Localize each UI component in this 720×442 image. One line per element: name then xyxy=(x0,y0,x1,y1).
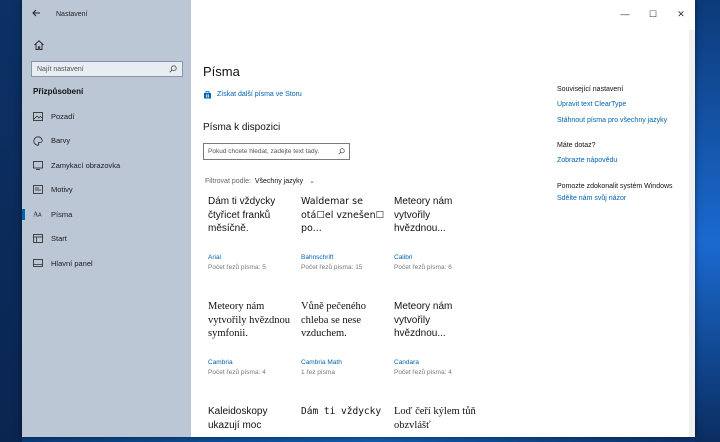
page-title: Písma xyxy=(203,64,240,79)
picture-icon xyxy=(33,111,43,121)
font-search-placeholder: Pokud chcete hledat, zadejte text tady. xyxy=(208,148,320,155)
themes-icon xyxy=(33,185,43,195)
font-sample: Meteory nám vytvořily hvězdnou... xyxy=(394,196,453,234)
font-card-bahnschrift[interactable]: Waldemar se otá☐el vznešen☐ po... Bahnsc… xyxy=(301,195,386,271)
lockscreen-icon xyxy=(33,160,43,170)
font-face-count: Počet řezů písma: 6 xyxy=(394,264,452,271)
titlebar: Nastavení xyxy=(22,0,191,28)
font-name: Candara xyxy=(394,359,419,366)
sidebar-item-barvy[interactable]: Barvy xyxy=(22,129,191,154)
main-content: — ☐ ✕ Písma Získat další písma ve Storu … xyxy=(191,0,695,437)
section-heading: Přizpůsobení xyxy=(33,87,84,96)
sidebar-item-pozadi[interactable]: Pozadí xyxy=(22,104,191,129)
store-icon xyxy=(204,91,211,99)
font-sample: Vůně pečeného chleba se nese vzduchem. xyxy=(301,301,367,339)
help-block: Máte dotaz? Zobrazte nápovědu xyxy=(557,142,692,164)
settings-window: Nastavení Najít nastavení Přizpůsobení P… xyxy=(22,0,695,437)
font-card[interactable]: Kaleidoskopy ukazují moc xyxy=(208,405,293,437)
sidebar: Nastavení Najít nastavení Přizpůsobení P… xyxy=(22,0,191,437)
font-sample: Waldemar se otá☐el vznešen☐ po... xyxy=(301,196,385,234)
store-link[interactable]: Získat další písma ve Storu xyxy=(203,90,302,99)
minimize-button[interactable]: — xyxy=(611,0,639,28)
font-name: Cambria Math xyxy=(301,359,342,366)
filter-value: Všechny jazyky xyxy=(254,178,304,185)
sidebar-item-pisma[interactable]: AA Písma xyxy=(22,202,191,227)
window-controls: — ☐ ✕ xyxy=(611,0,695,28)
font-card-arial[interactable]: Dám ti vždycky čtyřicet franků měsíčně. … xyxy=(208,195,293,271)
taskbar-icon xyxy=(33,258,43,268)
question-heading: Máte dotaz? xyxy=(557,142,596,149)
desktop-background-right xyxy=(695,0,720,442)
font-name: Cambria xyxy=(208,359,233,366)
home-icon[interactable] xyxy=(33,39,45,51)
sidebar-item-label: Barvy xyxy=(51,136,71,146)
settings-search-input[interactable]: Najít nastavení xyxy=(31,61,183,77)
sidebar-item-label: Hlavní panel xyxy=(51,258,93,268)
sidebar-item-start[interactable]: Start xyxy=(22,227,191,252)
font-name: Bahnschrift xyxy=(301,254,334,261)
feedback-link[interactable]: Sdělte nám svůj názor xyxy=(557,195,692,202)
font-face-count: Počet řezů písma: 15 xyxy=(301,264,363,271)
search-icon[interactable] xyxy=(169,65,177,73)
font-search-input[interactable]: Pokud chcete hledat, zadejte text tady. xyxy=(203,143,350,160)
filter-label: Filtrovat podle: xyxy=(205,178,251,185)
scrollbar[interactable] xyxy=(689,30,695,437)
sidebar-item-label: Motivy xyxy=(51,185,73,195)
font-card-calibri[interactable]: Meteory nám vytvořily hvězdnou... Calibr… xyxy=(394,195,479,271)
help-link[interactable]: Zobrazte nápovědu xyxy=(557,157,692,164)
font-name: Arial xyxy=(208,254,222,261)
cleartype-link[interactable]: Upravit text ClearType xyxy=(557,101,692,108)
related-settings-heading: Související nastavení xyxy=(557,86,624,93)
font-card-cambria[interactable]: Meteory nám vytvořily hvězdnou symfonii.… xyxy=(208,300,293,376)
related-settings-panel: Související nastavení Upravit text Clear… xyxy=(557,86,692,211)
font-face-count: Počet řezů písma: 5 xyxy=(208,264,266,271)
sidebar-item-label: Zamykací obrazovka xyxy=(51,160,121,170)
sidebar-item-label: Start xyxy=(51,234,67,244)
font-sample: Loď čeří kýlem tůň obzvlášť xyxy=(394,406,476,431)
back-button[interactable] xyxy=(32,9,46,20)
search-placeholder: Najít nastavení xyxy=(37,65,84,73)
sidebar-item-zamykaci-obrazovka[interactable]: Zamykací obrazovka xyxy=(22,153,191,178)
font-sample: Dám ti vždycky čtyřicet franků měsíčně. xyxy=(208,196,276,234)
font-card[interactable]: Dám ti vždycky xyxy=(301,405,386,437)
window-title: Nastavení xyxy=(56,10,88,18)
font-icon: AA xyxy=(33,209,43,219)
feedback-block: Pomozte zdokonalit systém Windows Sdělte… xyxy=(557,182,692,202)
palette-icon xyxy=(33,136,43,146)
font-card-cambria-math[interactable]: Vůně pečeného chleba se nese vzduchem. C… xyxy=(301,300,386,376)
font-sample: Dám ti vždycky xyxy=(301,406,382,417)
sidebar-nav: Pozadí Barvy Zamykací obrazovka Motivy A… xyxy=(22,104,191,276)
desktop-background-left xyxy=(0,0,22,442)
chevron-down-icon: ⌄ xyxy=(309,178,315,185)
font-sample: Kaleidoskopy ukazují moc xyxy=(208,406,268,431)
store-link-label: Získat další písma ve Storu xyxy=(217,91,302,98)
font-face-count: Počet řezů písma: 4 xyxy=(208,369,266,376)
font-card-candara[interactable]: Meteory nám vytvořily hvězdnou... Candar… xyxy=(394,300,479,376)
sidebar-item-hlavni-panel[interactable]: Hlavní panel xyxy=(22,251,191,276)
language-filter[interactable]: Filtrovat podle: Všechny jazyky ⌄ xyxy=(205,177,315,185)
available-fonts-heading: Písma k dispozici xyxy=(203,122,281,133)
sidebar-item-motivy[interactable]: Motivy xyxy=(22,178,191,203)
improve-windows-text: Pomozte zdokonalit systém Windows xyxy=(557,183,673,190)
font-name: Calibri xyxy=(394,254,413,261)
sidebar-item-label: Písma xyxy=(51,209,73,219)
font-face-count: 1 řez písma xyxy=(301,369,335,376)
maximize-button[interactable]: ☐ xyxy=(639,0,667,28)
font-sample: Meteory nám vytvořily hvězdnou... xyxy=(394,301,453,339)
font-face-count: Počet řezů písma: 4 xyxy=(394,369,452,376)
back-arrow-icon xyxy=(32,9,40,16)
search-icon[interactable] xyxy=(338,148,345,155)
sidebar-item-label: Pozadí xyxy=(51,111,75,121)
svg-text:A: A xyxy=(38,213,42,218)
font-card[interactable]: Loď čeří kýlem tůň obzvlášť xyxy=(394,405,479,437)
start-icon xyxy=(33,234,43,244)
download-fonts-link[interactable]: Stáhnout písma pro všechny jazyky xyxy=(557,117,692,124)
font-sample: Meteory nám vytvořily hvězdnou symfonii. xyxy=(208,301,290,339)
close-button[interactable]: ✕ xyxy=(667,0,695,28)
